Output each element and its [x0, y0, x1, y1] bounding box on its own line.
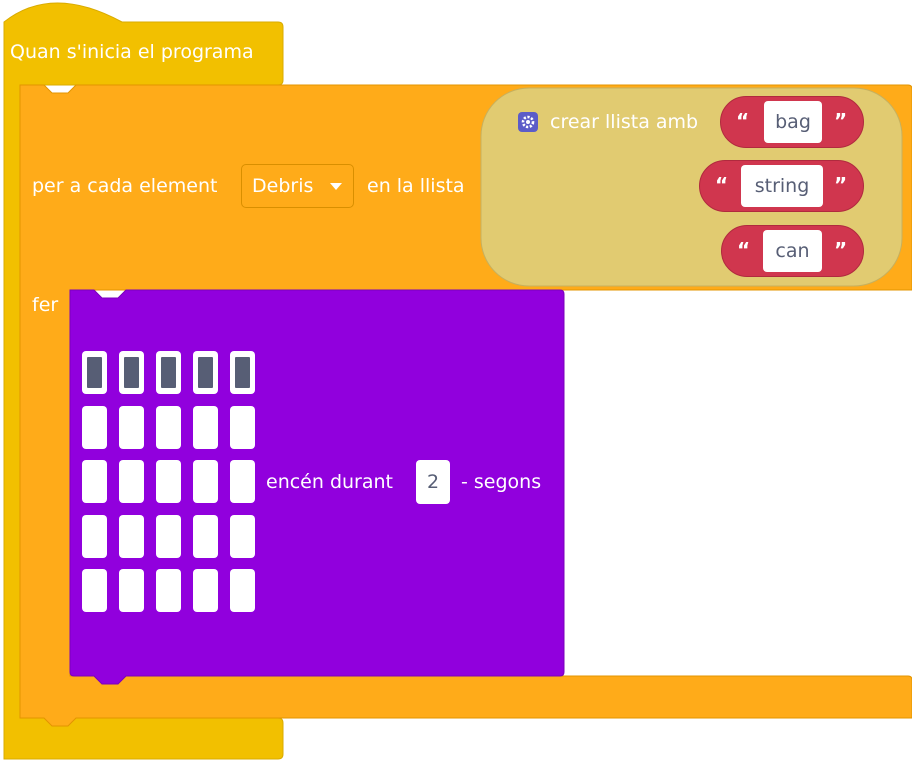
open-quote-icon: “	[736, 109, 750, 133]
text-item-1[interactable]: “ bag ”	[720, 96, 864, 148]
text-item-2[interactable]: “ string ”	[699, 160, 864, 212]
led-cell-r5-c2[interactable]	[119, 569, 144, 612]
variable-dropdown-value: Debris	[252, 175, 314, 197]
text-value-1[interactable]: bag	[764, 101, 822, 143]
gear-icon[interactable]	[518, 112, 538, 132]
close-quote-icon: ”	[834, 238, 848, 262]
led-cell-r4-c4[interactable]	[193, 515, 218, 558]
close-quote-icon: ”	[834, 173, 848, 197]
led-cell-r4-c3[interactable]	[156, 515, 181, 558]
hat-block-label[interactable]: Quan s'inicia el programa	[10, 41, 254, 63]
led-cell-r3-c1[interactable]	[82, 460, 107, 503]
chevron-down-icon	[330, 183, 342, 190]
led-cell-r2-c4[interactable]	[193, 406, 218, 449]
close-quote-icon: ”	[834, 109, 848, 133]
text-value-3[interactable]: can	[763, 230, 822, 272]
gear-icon-glyph	[521, 115, 535, 129]
in-list-label: en la llista	[367, 175, 465, 197]
led-cell-r5-c1[interactable]	[82, 569, 107, 612]
led-cell-r1-c3[interactable]	[156, 351, 181, 394]
duration-input[interactable]: 2	[416, 460, 450, 504]
led-cell-r3-c2[interactable]	[119, 460, 144, 503]
create-list-label: crear llista amb	[550, 111, 699, 133]
text-value-2[interactable]: string	[741, 165, 823, 207]
variable-dropdown[interactable]: Debris	[241, 164, 354, 208]
led-cell-r2-c2[interactable]	[119, 406, 144, 449]
led-cell-r4-c1[interactable]	[82, 515, 107, 558]
led-cell-r3-c3[interactable]	[156, 460, 181, 503]
led-cell-r4-c5[interactable]	[230, 515, 255, 558]
led-cell-r3-c4[interactable]	[193, 460, 218, 503]
led-cell-r2-c5[interactable]	[230, 406, 255, 449]
led-cell-r5-c3[interactable]	[156, 569, 181, 612]
led-cell-r1-c4[interactable]	[193, 351, 218, 394]
led-cell-r5-c4[interactable]	[193, 569, 218, 612]
open-quote-icon: “	[737, 238, 751, 262]
led-cell-r1-c5[interactable]	[230, 351, 255, 394]
led-grid[interactable]	[82, 351, 258, 615]
for-each-label[interactable]: per a cada element	[32, 175, 217, 197]
led-cell-r2-c3[interactable]	[156, 406, 181, 449]
led-cell-r2-c1[interactable]	[82, 406, 107, 449]
led-cell-r3-c5[interactable]	[230, 460, 255, 503]
led-cell-r1-c1[interactable]	[82, 351, 107, 394]
led-cell-r1-c2[interactable]	[119, 351, 144, 394]
led-cell-r4-c2[interactable]	[119, 515, 144, 558]
do-label: fer	[32, 294, 59, 316]
led-cell-r5-c5[interactable]	[230, 569, 255, 612]
text-item-3[interactable]: “ can ”	[721, 225, 864, 277]
open-quote-icon: “	[715, 173, 729, 197]
show-for-label: encén durant	[266, 471, 393, 493]
seconds-dropdown[interactable]: - segons	[461, 471, 541, 493]
